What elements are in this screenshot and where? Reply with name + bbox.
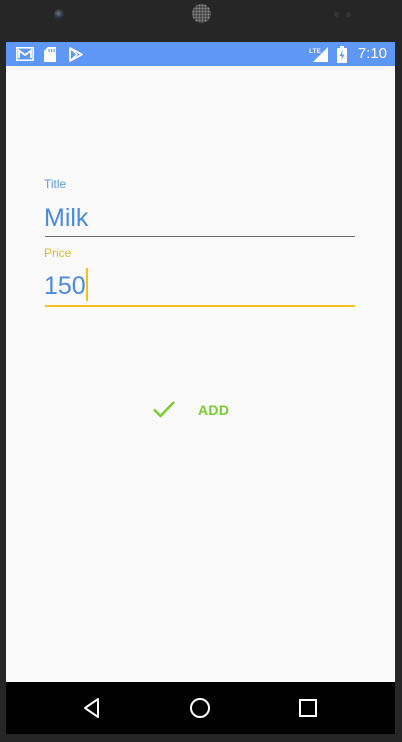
app-screen: LTE 7:10 Title Milk Price 150 ADD bbox=[6, 42, 395, 682]
check-icon bbox=[152, 399, 176, 419]
status-bar: LTE 7:10 bbox=[6, 42, 395, 66]
battery-charging-icon bbox=[336, 42, 348, 66]
device-bezel-bottom bbox=[0, 734, 402, 742]
back-icon[interactable] bbox=[78, 694, 106, 722]
title-input[interactable]: Milk bbox=[44, 203, 88, 233]
front-camera bbox=[54, 9, 65, 20]
lte-signal-icon: LTE bbox=[308, 42, 330, 66]
status-time: 7:10 bbox=[357, 45, 387, 62]
price-input-underline bbox=[45, 305, 355, 307]
recents-icon[interactable] bbox=[294, 694, 322, 722]
play-store-icon bbox=[68, 42, 84, 66]
home-icon[interactable] bbox=[186, 694, 214, 722]
add-button[interactable]: ADD bbox=[146, 390, 246, 430]
light-sensor bbox=[346, 12, 351, 17]
price-input[interactable]: 150 bbox=[44, 268, 88, 304]
gmail-icon bbox=[15, 42, 35, 66]
price-input-value: 150 bbox=[44, 272, 86, 301]
earpiece-speaker bbox=[192, 4, 211, 23]
price-field-label: Price bbox=[44, 246, 72, 260]
proximity-sensor bbox=[334, 12, 339, 17]
text-cursor bbox=[85, 268, 88, 301]
device-bezel-top bbox=[0, 0, 402, 42]
title-field-label: Title bbox=[44, 177, 67, 191]
title-input-value: Milk bbox=[44, 204, 89, 232]
navigation-bar bbox=[6, 682, 395, 734]
title-input-underline bbox=[45, 236, 355, 237]
add-button-label: ADD bbox=[198, 402, 230, 418]
sd-card-icon bbox=[43, 42, 57, 66]
network-type-label: LTE bbox=[309, 48, 321, 55]
